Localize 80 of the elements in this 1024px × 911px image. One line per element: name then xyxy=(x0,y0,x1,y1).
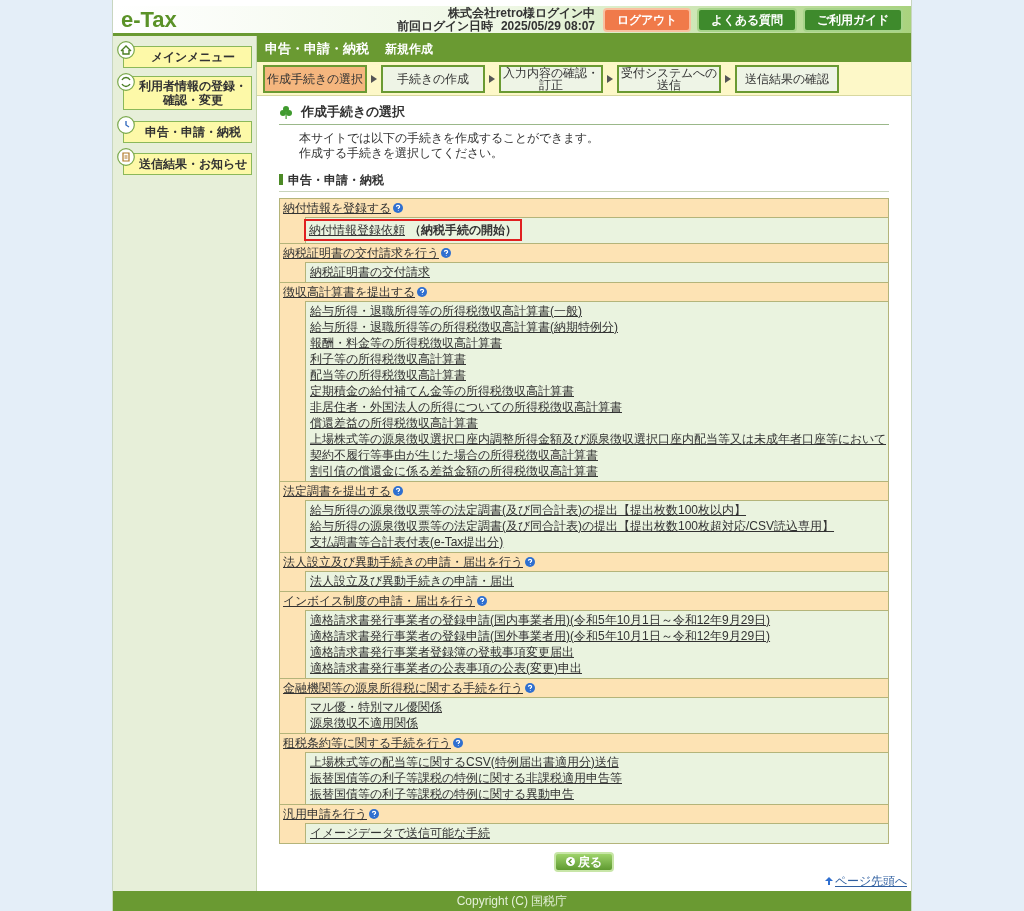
group-link[interactable]: 法人設立及び異動手続きの申請・届出を行う xyxy=(283,552,523,571)
page-title: 申告・申請・納税 xyxy=(265,40,369,59)
procedure-note: （納税手続の開始） xyxy=(409,221,517,239)
sidebar-menu-button[interactable]: 利用者情報の登録・確認・変更 xyxy=(123,76,252,110)
section-heading: 作成手続きの選択 xyxy=(301,103,405,121)
procedure-link[interactable]: 給与所得・退職所得等の所得税徴収高計算書(一般) xyxy=(310,302,582,319)
up-arrow-icon xyxy=(825,876,833,885)
help-icon[interactable] xyxy=(453,737,463,748)
intro-text: 本サイトでは以下の手続きを作成することができます。 xyxy=(299,130,600,146)
procedure-link[interactable]: 源泉徴収不適用関係 xyxy=(310,714,418,731)
help-icon[interactable] xyxy=(417,286,427,297)
group-link[interactable]: 納税証明書の交付請求を行う xyxy=(283,243,439,262)
procedure-link[interactable]: 給与所得の源泉徴収票等の法定調書(及び同合計表)の提出【提出枚数100枚以内】 xyxy=(310,501,746,518)
page-subtitle: 新規作成 xyxy=(385,41,433,58)
circle-arrow-icon xyxy=(566,857,575,866)
procedure-link[interactable]: 振替国債等の利子等課税の特例に関する異動申告 xyxy=(310,785,574,802)
procedure-link[interactable]: 振替国債等の利子等課税の特例に関する非課税適用申告等 xyxy=(310,769,622,786)
step-arrow-icon xyxy=(725,74,731,83)
clover-icon xyxy=(279,104,293,119)
help-icon[interactable] xyxy=(393,202,403,213)
procedure-link[interactable]: 適格請求書発行事業者の登録申請(国内事業者用)(令和5年10月1日～令和12年9月29日) xyxy=(310,611,771,628)
sidebar-menu-button[interactable]: メインメニュー xyxy=(123,46,252,68)
last-login-label: 前回ログイン日時 xyxy=(396,19,493,33)
section-marker xyxy=(279,174,283,185)
help-icon[interactable] xyxy=(477,595,487,606)
step-arrow-icon xyxy=(489,74,495,83)
clock-icon xyxy=(117,116,135,134)
sidebar-menu-button[interactable]: 申告・申請・納税 xyxy=(123,121,252,143)
note-icon xyxy=(117,148,135,166)
procedure-link[interactable]: 適格請求書発行事業者の登録申請(国外事業者用)(令和5年10月1日～令和12年9月29日) xyxy=(310,627,771,644)
help-icon[interactable] xyxy=(441,247,451,258)
procedure-link[interactable]: 上場株式等の配当等に関するCSV(特例届出書適用分)送信 xyxy=(310,753,619,770)
procedure-link[interactable]: 法人設立及び異動手続きの申請・届出 xyxy=(310,572,514,589)
procedure-link[interactable]: 給与所得・退職所得等の所得税徴収高計算書(納期特例分) xyxy=(310,318,618,335)
procedure-link[interactable]: 納税証明書の交付請求 xyxy=(310,263,430,280)
logo: e-Tax xyxy=(121,8,177,31)
step-item: 入力内容の確認・訂正 xyxy=(499,64,603,93)
procedure-link[interactable]: 適格請求書発行事業者の公表事項の公表(変更)申出 xyxy=(310,659,582,676)
step-item: 作成手続きの選択 xyxy=(263,64,367,93)
copyright: Copyright (C) 国税庁 xyxy=(456,893,568,910)
intro-text: 作成する手続きを選択してください。 xyxy=(299,145,504,161)
step-item: 手続きの作成 xyxy=(381,64,485,93)
step-item: 受付システムへの送信 xyxy=(617,64,721,93)
group-link[interactable]: 金融機関等の源泉所得税に関する手続を行う xyxy=(283,678,523,697)
last-login-time: 2025/05/29 08:07 xyxy=(500,19,595,33)
procedure-link[interactable]: 支払調書等合計表付表(e-Tax提出分) xyxy=(310,533,504,550)
header-nav-button[interactable]: よくある質問 xyxy=(697,7,797,32)
procedure-link[interactable]: イメージデータで送信可能な手続 xyxy=(310,824,490,841)
procedure-link[interactable]: 非居住者・外国法人の所得についての所得税徴収高計算書 xyxy=(310,398,622,415)
group-link[interactable]: 汎用申請を行う xyxy=(283,804,367,823)
group-link[interactable]: 法定調書を提出する xyxy=(283,481,391,500)
help-icon[interactable] xyxy=(393,485,403,496)
procedure-link[interactable]: 上場株式等の源泉徴収選択口座内調整所得金額及び源泉徴収選択口座内配当等又は未成年者口座等において契約不履行等事由が生じた場合の所得税徴収高計算書 xyxy=(310,430,888,463)
help-icon[interactable] xyxy=(525,556,535,567)
house-icon xyxy=(117,41,135,59)
sidebar-menu-button[interactable]: 送信結果・お知らせ xyxy=(123,153,252,175)
header-nav-button[interactable]: ご利用ガイド xyxy=(803,7,903,32)
procedure-link[interactable]: 配当等の所得税徴収高計算書 xyxy=(310,366,466,383)
group-link[interactable]: 租税条約等に関する手続を行う xyxy=(283,733,451,752)
procedure-link[interactable]: マル優・特別マル優関係 xyxy=(310,698,442,715)
cycle-icon xyxy=(117,73,135,91)
page-top-link[interactable]: ページ先頭へ xyxy=(835,871,907,890)
group-link[interactable]: 徴収高計算書を提出する xyxy=(283,282,415,301)
help-icon[interactable] xyxy=(525,682,535,693)
step-arrow-icon xyxy=(607,74,613,83)
procedure-link[interactable]: 報酬・料金等の所得税徴収高計算書 xyxy=(310,334,502,351)
help-icon[interactable] xyxy=(369,808,379,819)
procedure-link[interactable]: 定期積金の給付補てん金等の所得税徴収高計算書 xyxy=(310,382,574,399)
procedure-link[interactable]: 適格請求書発行事業者登録簿の登載事項変更届出 xyxy=(310,643,574,660)
subsection-heading: 申告・申請・納税 xyxy=(288,171,384,189)
procedure-link[interactable]: 利子等の所得税徴収高計算書 xyxy=(310,350,466,367)
group-link[interactable]: インボイス制度の申請・届出を行う xyxy=(283,591,475,610)
procedure-link[interactable]: 納付情報登録依頼 xyxy=(309,221,405,238)
procedure-link[interactable]: 給与所得の源泉徴収票等の法定調書(及び同合計表)の提出【提出枚数100枚超対応/CSV読込専用】 xyxy=(310,517,835,534)
group-link[interactable]: 納付情報を登録する xyxy=(283,198,391,217)
procedure-link[interactable]: 償還差益の所得税徴収高計算書 xyxy=(310,414,478,431)
procedure-link[interactable]: 割引債の償還金に係る差益金額の所得税徴収高計算書 xyxy=(310,462,598,479)
login-status: 株式会社retro様ログイン中 xyxy=(447,6,595,20)
step-arrow-icon xyxy=(371,74,377,83)
step-item: 送信結果の確認 xyxy=(735,64,839,93)
